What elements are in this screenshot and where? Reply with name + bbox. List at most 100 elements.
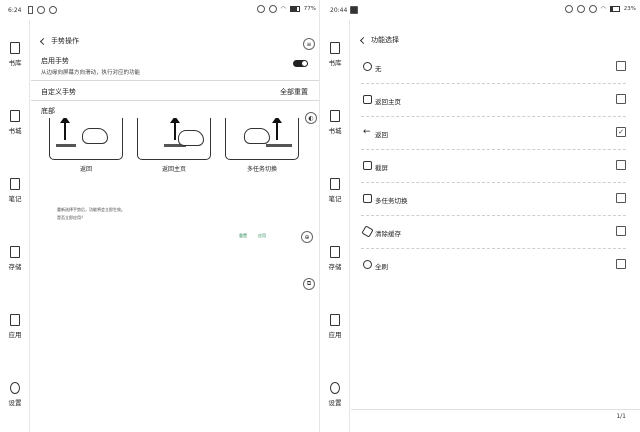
nav-label: 应用 <box>8 331 22 339</box>
option-checkbox[interactable] <box>616 160 626 170</box>
battery-percent: 77% <box>303 6 316 12</box>
multitask-icon <box>363 194 372 203</box>
battery-percent: 23% <box>623 6 636 12</box>
nav-item-storage[interactable]: 存储 <box>320 246 350 271</box>
page-title: 功能选择 <box>371 36 399 44</box>
gesture-settings-panel: 手势操作 ≡ 启用手势 从边缘向屏幕方向滑动，执行对应的功能 自定义手势 全部重… <box>31 20 320 432</box>
side-nav: 书库 书城 笔记 存储 应用 设置 <box>320 20 350 432</box>
reset-link[interactable]: 重置 <box>239 233 247 239</box>
option-full-refresh[interactable]: 全刷 <box>361 248 626 281</box>
nav-item-settings[interactable]: 设置 <box>0 382 30 407</box>
nav-item-bookstore[interactable]: 书城 <box>0 110 30 135</box>
nav-item-notes[interactable]: 笔记 <box>0 178 30 203</box>
option-label: 无 <box>375 65 382 73</box>
nav-item-library[interactable]: 书库 <box>320 42 350 67</box>
hint-text: 是否立即应用？ <box>57 215 85 220</box>
refresh-icon <box>363 260 372 269</box>
option-multitask[interactable]: 多任务切换 <box>361 182 626 216</box>
nav-item-apps[interactable]: 应用 <box>0 314 30 339</box>
sync-status-icon <box>256 5 265 13</box>
gesture-tile-home[interactable] <box>137 118 211 160</box>
option-none[interactable]: 无 <box>361 50 626 84</box>
enable-gesture-row: 启用手势 从边缘向屏幕方向滑动，执行对应的功能 <box>41 56 308 76</box>
option-checkbox[interactable] <box>616 94 626 104</box>
apply-link[interactable]: 应用 <box>258 233 266 239</box>
menu-icon[interactable]: ≡ <box>303 38 315 50</box>
nav-item-apps[interactable]: 应用 <box>320 314 350 339</box>
option-back[interactable]: ← 返回 ✓ <box>361 116 626 150</box>
page-title: 手势操作 <box>51 37 79 45</box>
bookstore-icon <box>330 110 340 122</box>
back-icon[interactable] <box>39 37 48 45</box>
gesture-tile-back[interactable] <box>49 118 123 160</box>
reset-all-button[interactable]: 全部重置 <box>280 87 308 97</box>
screenshot-icon <box>363 161 372 170</box>
bookstore-icon <box>10 110 20 122</box>
option-checkbox[interactable]: ✓ <box>616 127 626 137</box>
nav-label: 存储 <box>328 263 342 271</box>
enable-gesture-toggle[interactable] <box>293 60 308 67</box>
bookshelf-icon <box>10 42 20 54</box>
folder-icon <box>10 246 20 258</box>
enable-gesture-desc: 从边缘向屏幕方向滑动，执行对应的功能 <box>41 70 141 76</box>
option-checkbox[interactable] <box>616 61 626 71</box>
copy-icon[interactable]: ⧉ <box>303 278 315 290</box>
wifi-icon: ◠ <box>280 6 286 12</box>
wifi-icon: ◠ <box>600 6 606 12</box>
nav-item-bookstore[interactable]: 书城 <box>320 110 350 135</box>
nav-label: 笔记 <box>328 195 342 203</box>
bulb-icon <box>564 5 573 13</box>
gesture-tile-label: 返回主页 <box>161 166 186 173</box>
option-label: 多任务切换 <box>375 197 408 205</box>
page-header[interactable]: 手势操作 <box>39 36 79 46</box>
toggle-panel-icon[interactable]: ◐ <box>305 112 317 124</box>
option-clear-cache[interactable]: 清除缓存 <box>361 215 626 249</box>
upload-icon <box>28 6 33 14</box>
nav-label: 书城 <box>8 127 22 135</box>
nav-label: 设置 <box>8 399 22 407</box>
custom-gesture-label: 自定义手势 <box>41 88 76 96</box>
hint-text: 重新选择手势后，功能将会立即生效。 <box>57 207 125 212</box>
gesture-tile-label: 返回 <box>79 166 92 173</box>
section-bottom-label: 底部 <box>41 107 55 115</box>
sync-status-icon <box>576 5 585 13</box>
side-nav: 书库 书城 笔记 存储 应用 设置 <box>0 20 30 432</box>
gesture-tile-multitask[interactable] <box>225 118 299 160</box>
option-label: 返回主页 <box>375 98 401 106</box>
hand-icon <box>244 128 270 144</box>
nav-label: 笔记 <box>8 195 22 203</box>
nav-item-settings[interactable]: 设置 <box>320 382 350 407</box>
home-icon <box>363 95 372 104</box>
page-indicator: 1/1 <box>616 413 626 420</box>
nav-label: 应用 <box>328 331 342 339</box>
back-arrow-icon: ← <box>363 127 371 137</box>
nav-item-notes[interactable]: 笔记 <box>320 178 350 203</box>
nav-label: 书库 <box>328 59 342 67</box>
nav-label: 书城 <box>328 127 342 135</box>
battery-icon <box>289 6 300 12</box>
note-icon <box>10 178 20 190</box>
gesture-tiles: 返回 返回主页 多任务切换 <box>49 118 309 178</box>
nav-item-storage[interactable]: 存储 <box>0 246 30 271</box>
status-bar: 20:44 ◠ 23% <box>320 0 640 20</box>
folder-icon <box>330 246 340 258</box>
option-home[interactable]: 返回主页 <box>361 83 626 117</box>
bluetooth-icon <box>588 5 597 13</box>
note-icon <box>330 178 340 190</box>
calendar-icon <box>350 6 358 14</box>
option-label: 全刷 <box>375 263 388 271</box>
option-checkbox[interactable] <box>616 259 626 269</box>
page-header[interactable]: 功能选择 <box>359 35 399 45</box>
option-checkbox[interactable] <box>616 226 626 236</box>
hand-icon <box>178 130 204 146</box>
back-icon[interactable] <box>359 36 368 44</box>
nav-item-library[interactable]: 书库 <box>0 42 30 67</box>
none-icon <box>363 62 372 71</box>
sync-icon <box>49 6 57 14</box>
option-checkbox[interactable] <box>616 193 626 203</box>
gear-icon <box>10 382 20 394</box>
zoom-icon[interactable]: ⊕ <box>301 231 313 243</box>
left-screen: 6:24 ◠ 77% 书库 书城 笔记 存储 应用 设置 手势操作 ≡ 启用手势… <box>0 0 320 432</box>
gear-icon <box>330 382 340 394</box>
option-screenshot[interactable]: 截屏 <box>361 149 626 183</box>
